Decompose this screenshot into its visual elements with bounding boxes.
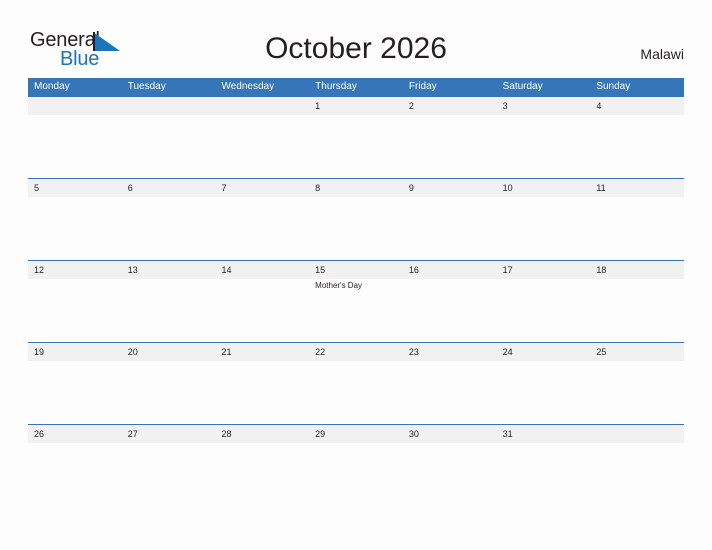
calendar-grid: Monday Tuesday Wednesday Thursday Friday…: [28, 78, 684, 506]
day-cell[interactable]: 10: [497, 179, 591, 260]
day-number: 3: [502, 101, 508, 111]
day-number: 5: [34, 183, 40, 193]
country-label: Malawi: [640, 46, 684, 62]
day-cell[interactable]: 30: [403, 425, 497, 506]
day-number: 14: [221, 265, 232, 275]
day-number: 15: [315, 265, 326, 275]
day-cell[interactable]: 5: [28, 179, 122, 260]
day-cell[interactable]: 27: [122, 425, 216, 506]
day-cell[interactable]: 11: [590, 179, 684, 260]
day-cell[interactable]: 8: [309, 179, 403, 260]
day-number: 19: [34, 347, 45, 357]
day-cell[interactable]: 9: [403, 179, 497, 260]
weekday-header-sunday: Sunday: [596, 81, 631, 92]
week-row: 12 13 14 15 Mother's Day 16 17 18: [28, 260, 684, 342]
day-number: 7: [221, 183, 227, 193]
day-number: 12: [34, 265, 45, 275]
week-row: 19 20 21 22 23 24 25: [28, 342, 684, 424]
day-number: 28: [221, 429, 232, 439]
day-cell[interactable]: 20: [122, 343, 216, 424]
day-number: 1: [315, 101, 321, 111]
page-header: General Blue October 2026 Malawi: [0, 0, 712, 78]
day-cell[interactable]: 28: [215, 425, 309, 506]
day-number: 6: [127, 183, 133, 193]
day-number: 21: [221, 347, 232, 357]
day-cell[interactable]: 22: [309, 343, 403, 424]
day-cell[interactable]: 7: [215, 179, 309, 260]
day-number: 18: [596, 265, 607, 275]
day-number: 30: [408, 429, 419, 439]
day-number: 13: [127, 265, 138, 275]
day-cell[interactable]: 14: [215, 261, 309, 342]
day-number: 8: [315, 183, 321, 193]
day-number: 29: [315, 429, 326, 439]
day-cell[interactable]: 17: [497, 261, 591, 342]
day-number: [34, 100, 122, 112]
day-cell[interactable]: 3: [497, 97, 591, 178]
day-number: 26: [34, 429, 45, 439]
day-cell[interactable]: 2: [403, 97, 497, 178]
day-number: 27: [127, 429, 138, 439]
weekday-header-wednesday: Wednesday: [221, 81, 275, 92]
week-row: 1 2 3 4: [28, 96, 684, 178]
day-cell[interactable]: 19: [28, 343, 122, 424]
day-cell[interactable]: 16: [403, 261, 497, 342]
weekday-header-saturday: Saturday: [502, 81, 543, 92]
weekday-header-tuesday: Tuesday: [127, 81, 166, 92]
day-number: [221, 100, 309, 112]
day-cell[interactable]: 6: [122, 179, 216, 260]
day-number: 17: [502, 265, 513, 275]
day-number: 23: [408, 347, 419, 357]
day-cell[interactable]: 4: [590, 97, 684, 178]
day-cell[interactable]: 31: [497, 425, 591, 506]
day-cell[interactable]: 24: [497, 343, 591, 424]
day-number: 11: [596, 183, 606, 193]
weekday-header-monday: Monday: [34, 81, 70, 92]
weekday-header-thursday: Thursday: [315, 81, 357, 92]
day-number: 10: [502, 183, 513, 193]
day-cell[interactable]: 23: [403, 343, 497, 424]
week-row: 5 6 7 8 9 10 11: [28, 178, 684, 260]
day-event: Mother's Day: [315, 281, 363, 290]
day-number: 24: [502, 347, 513, 357]
day-number: 9: [408, 183, 414, 193]
day-number: 20: [127, 347, 138, 357]
day-cell[interactable]: 12: [28, 261, 122, 342]
day-cell[interactable]: [28, 97, 122, 178]
day-cell[interactable]: 29: [309, 425, 403, 506]
week-row: 26 27 28 29 30 31: [28, 424, 684, 506]
day-number: 16: [408, 265, 419, 275]
day-number: [596, 428, 684, 440]
day-cell[interactable]: 18: [590, 261, 684, 342]
day-cell[interactable]: [122, 97, 216, 178]
day-cell[interactable]: [215, 97, 309, 178]
day-cell[interactable]: [590, 425, 684, 506]
day-cell[interactable]: 1: [309, 97, 403, 178]
day-number: 4: [596, 101, 602, 111]
day-cell[interactable]: 15 Mother's Day: [309, 261, 403, 342]
day-number: 22: [315, 347, 326, 357]
day-number: [128, 100, 216, 112]
page-title: October 2026: [265, 32, 447, 65]
day-cell[interactable]: 25: [590, 343, 684, 424]
day-cell[interactable]: 13: [122, 261, 216, 342]
calendar-page: General Blue October 2026 Malawi Monday …: [0, 0, 712, 550]
weekday-header-friday: Friday: [408, 81, 437, 92]
weekday-header-row: Monday Tuesday Wednesday Thursday Friday…: [28, 78, 684, 96]
day-number: 31: [502, 429, 513, 439]
day-number: 2: [408, 101, 414, 111]
day-cell[interactable]: 21: [215, 343, 309, 424]
day-cell[interactable]: 26: [28, 425, 122, 506]
day-number: 25: [596, 347, 607, 357]
